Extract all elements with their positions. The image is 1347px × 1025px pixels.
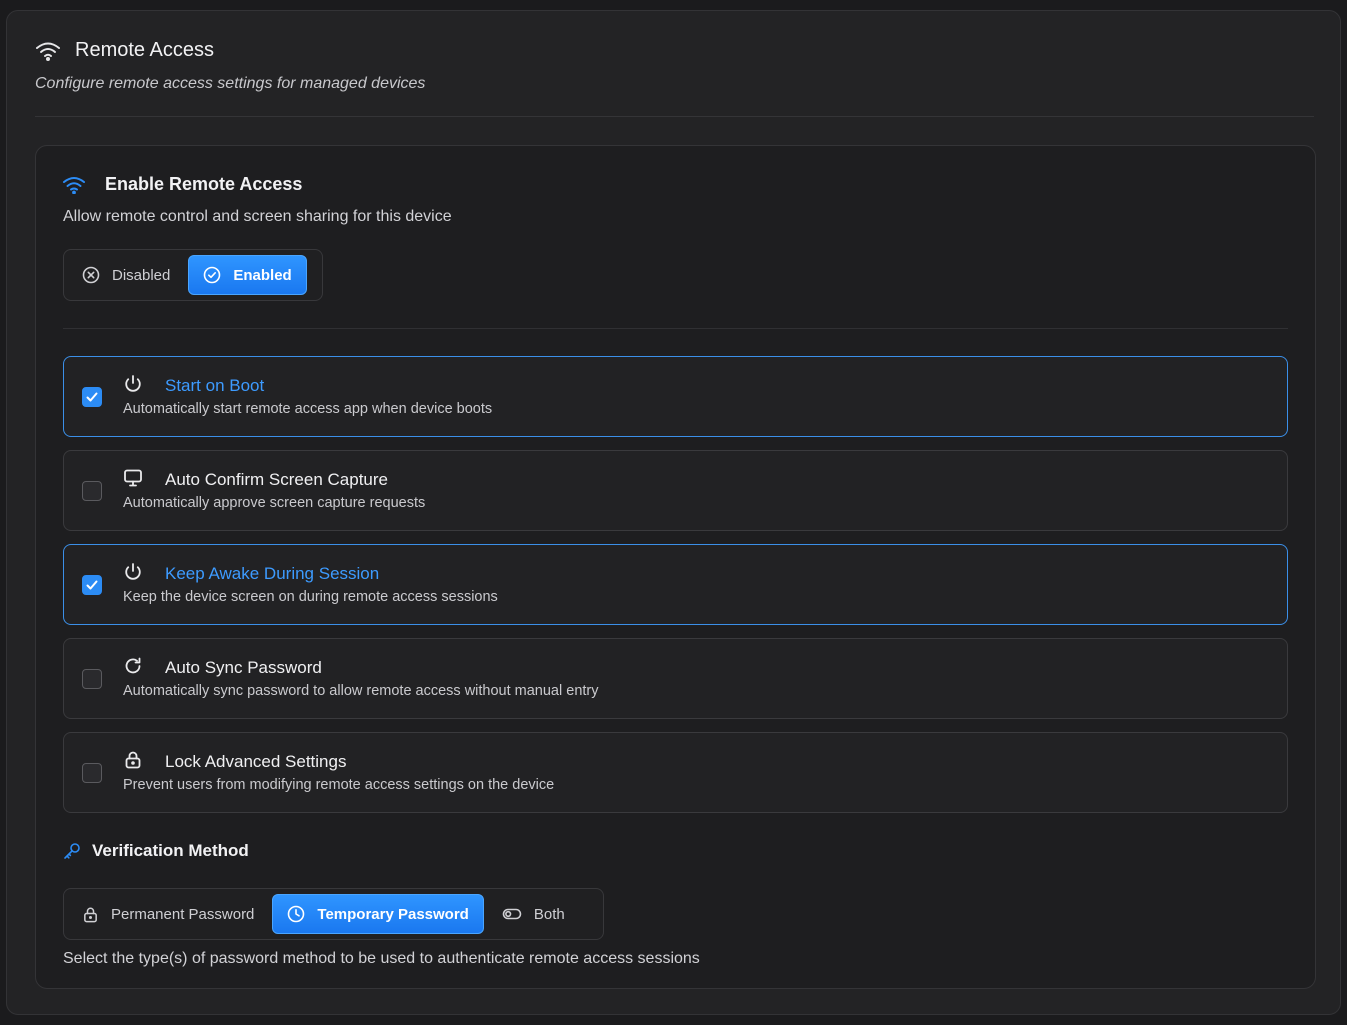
verification-method-group: Permanent Password Temporary Password Bo… <box>63 888 604 940</box>
key-icon <box>64 843 80 859</box>
both-option[interactable]: Both <box>488 894 579 934</box>
verification-description: Select the type(s) of password method to… <box>63 950 700 967</box>
lock-icon <box>84 907 97 922</box>
both-label: Both <box>533 905 565 923</box>
checkbox[interactable] <box>82 481 102 501</box>
temporary-password-label: Temporary Password <box>317 905 469 923</box>
page-subtitle: Configure remote access settings for man… <box>35 75 426 92</box>
option-description: Automatically sync password to allow rem… <box>123 683 599 699</box>
temporary-password-option[interactable]: Temporary Password <box>272 894 484 934</box>
section-title: Enable Remote Access <box>105 174 303 194</box>
power-icon <box>125 563 141 580</box>
option-title: Auto Sync Password <box>165 658 322 677</box>
verification-title: Verification Method <box>92 841 249 860</box>
checkmark-icon <box>86 580 98 590</box>
x-circle-icon <box>82 266 100 284</box>
power-icon <box>125 375 141 392</box>
clock-icon <box>288 905 305 923</box>
option-title: Lock Advanced Settings <box>165 752 347 771</box>
toggle-icon <box>502 908 522 920</box>
enable-toggle-group: Disabled Enabled <box>63 249 323 301</box>
checkbox[interactable] <box>82 575 102 595</box>
header-divider <box>35 116 1314 117</box>
monitor-icon <box>124 469 142 487</box>
refresh-icon <box>125 657 141 674</box>
option-auto-confirm-screen-capture[interactable]: Auto Confirm Screen Capture Automaticall… <box>63 450 1288 531</box>
permanent-password-option[interactable]: Permanent Password <box>68 894 268 934</box>
verification-header: Verification Method <box>63 841 249 861</box>
disabled-option-label: Disabled <box>112 266 171 284</box>
enabled-option-label: Enabled <box>233 266 292 284</box>
option-start-on-boot[interactable]: Start on Boot Automatically start remote… <box>63 356 1288 437</box>
enabled-option[interactable]: Enabled <box>188 255 307 295</box>
enable-section-header: Enable Remote Access <box>62 174 302 195</box>
option-description: Keep the device screen on during remote … <box>123 589 498 605</box>
check-circle-icon <box>204 266 221 284</box>
option-keep-awake-during-session[interactable]: Keep Awake During Session Keep the devic… <box>63 544 1288 625</box>
wifi-icon <box>36 42 60 61</box>
page-title: Remote Access <box>75 39 214 61</box>
remote-access-panel: Remote Access Configure remote access se… <box>6 10 1341 1015</box>
permanent-password-label: Permanent Password <box>111 905 255 923</box>
option-title: Auto Confirm Screen Capture <box>165 470 388 489</box>
lock-icon <box>125 751 141 769</box>
checkbox[interactable] <box>82 669 102 689</box>
checkmark-icon <box>86 392 98 402</box>
option-description: Automatically approve screen capture req… <box>123 495 426 511</box>
wifi-icon <box>63 176 85 194</box>
option-description: Prevent users from modifying remote acce… <box>123 777 555 793</box>
section-description: Allow remote control and screen sharing … <box>63 208 452 225</box>
settings-card: Enable Remote Access Allow remote contro… <box>35 145 1316 989</box>
checkbox[interactable] <box>82 387 102 407</box>
panel-header: Remote Access <box>35 39 214 62</box>
option-title: Start on Boot <box>165 376 265 395</box>
disabled-option[interactable]: Disabled <box>68 255 184 295</box>
section-divider <box>63 328 1288 329</box>
option-description: Automatically start remote access app wh… <box>123 401 493 417</box>
option-lock-advanced-settings[interactable]: Lock Advanced Settings Prevent users fro… <box>63 732 1288 813</box>
option-title: Keep Awake During Session <box>165 564 380 583</box>
option-auto-sync-password[interactable]: Auto Sync Password Automatically sync pa… <box>63 638 1288 719</box>
checkbox[interactable] <box>82 763 102 783</box>
